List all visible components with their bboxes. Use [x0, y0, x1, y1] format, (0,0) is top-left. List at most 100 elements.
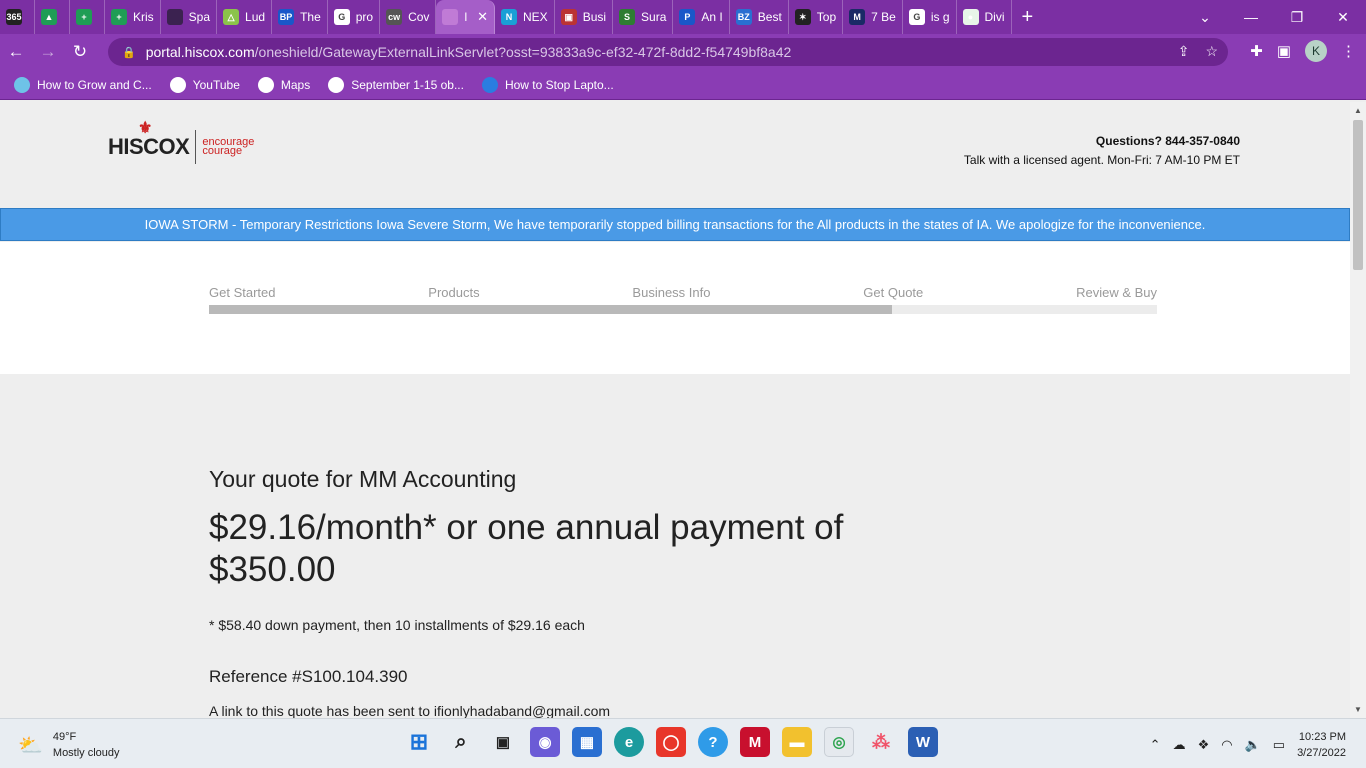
browser-tab[interactable]: 365	[0, 0, 35, 34]
tab-label: Spa	[188, 10, 211, 24]
progress-steps: Get Started Products Business Info Get Q…	[209, 285, 1157, 300]
bookmark-item[interactable]: How to Grow and C...	[14, 76, 152, 93]
browser-tab[interactable]: S Sura	[613, 0, 674, 34]
tab-label: Top	[816, 10, 837, 24]
share-icon[interactable]: ⇪	[1178, 43, 1190, 60]
onedrive-icon[interactable]: ☁	[1173, 737, 1186, 753]
back-icon[interactable]: ←	[0, 42, 32, 62]
tab-favicon-icon: ▲	[41, 9, 57, 25]
url-host: portal.hiscox.com	[145, 44, 255, 60]
site-header: ⚜ HISCOX encourage courage Questions? 844-…	[0, 102, 1350, 206]
task-view-icon[interactable]: ▣	[488, 727, 518, 757]
browser-tab[interactable]: +	[70, 0, 105, 34]
contact-info: Questions? 844-357-0840 Talk with a lice…	[964, 134, 1240, 167]
tab-label: l	[464, 10, 468, 24]
browser-tab[interactable]: P An I	[673, 0, 730, 34]
bookmark-star-icon[interactable]: ☆	[1205, 43, 1218, 60]
close-tab-icon[interactable]: ✕	[477, 9, 488, 25]
scroll-thumb[interactable]	[1353, 120, 1363, 270]
profile-avatar[interactable]: K	[1305, 40, 1327, 62]
logo-tagline: encourage courage	[202, 136, 255, 157]
weather-widget[interactable]: ⛅ 49°F Mostly cloudy	[18, 729, 120, 761]
browser-tab[interactable]: cw Cov	[380, 0, 437, 34]
bookmark-item[interactable]: How to Stop Lapto...	[481, 76, 614, 93]
payment-note: * $58.40 down payment, then 10 installme…	[209, 617, 585, 633]
close-window-button[interactable]: ✕	[1320, 9, 1366, 26]
side-panel-icon[interactable]: ▣	[1277, 42, 1291, 60]
scroll-up-icon[interactable]: ▲	[1354, 106, 1362, 115]
browser-tab[interactable]: BP The	[272, 0, 328, 34]
browser-tab[interactable]: ✶ Top	[789, 0, 844, 34]
browser-tab[interactable]: Spa	[161, 0, 218, 34]
new-tab-button[interactable]: +	[1012, 6, 1044, 29]
tab-label: Busi	[582, 10, 607, 24]
step-get-started: Get Started	[209, 285, 276, 300]
clock-date: 3/27/2022	[1297, 747, 1346, 759]
browser-tab[interactable]: N NEX	[495, 0, 555, 34]
extensions-icon[interactable]: ✚	[1250, 42, 1263, 60]
page-scrollbar[interactable]: ▲ ▼	[1350, 102, 1366, 718]
email-sent-note: A link to this quote has been sent to if…	[209, 703, 611, 718]
bookmarks-bar: How to Grow and C... YouTube Maps Septem…	[0, 70, 1366, 100]
browser-tab[interactable]: + Kris	[105, 0, 161, 34]
forward-icon[interactable]: →	[32, 42, 64, 62]
logo-divider	[195, 130, 197, 164]
browser-tab[interactable]: ● Divi	[957, 0, 1012, 34]
tab-favicon-icon: +	[111, 9, 127, 25]
url-path: /oneshield/GatewayExternalLinkServlet?os…	[254, 44, 792, 60]
dropbox-icon[interactable]: ❖	[1198, 737, 1210, 753]
browser-tab[interactable]: Gpro	[328, 0, 381, 34]
tab-label: Best	[757, 10, 782, 24]
chevron-up-icon[interactable]: ⌃	[1150, 737, 1161, 753]
office-icon[interactable]: ◯	[656, 727, 686, 757]
tab-label: Divi	[984, 10, 1005, 24]
help-icon[interactable]: ?	[698, 727, 728, 757]
mcafee-icon[interactable]: M	[740, 727, 770, 757]
cloudy-icon: ⛅	[18, 734, 43, 757]
chat-icon[interactable]: ◉	[530, 727, 560, 757]
restore-button[interactable]: ❐	[1274, 9, 1320, 26]
minimize-button[interactable]: —	[1228, 9, 1274, 25]
window-controls: ⌄ — ❐ ✕	[1182, 0, 1366, 34]
scroll-down-icon[interactable]: ▼	[1354, 705, 1362, 714]
step-products: Products	[428, 285, 480, 300]
tab-favicon-icon: P	[679, 9, 696, 25]
menu-icon[interactable]: ⋮	[1341, 42, 1356, 60]
browser-tab[interactable]: ▲	[35, 0, 70, 34]
volume-icon[interactable]: 🔈	[1245, 737, 1261, 753]
hiscox-logo[interactable]: ⚜ HISCOX encourage courage	[108, 120, 255, 164]
bookmark-item[interactable]: September 1-15 ob...	[328, 76, 464, 93]
asana-icon[interactable]: ⁂	[866, 727, 896, 757]
reload-icon[interactable]: ↻	[64, 42, 96, 62]
edge-icon[interactable]: e	[614, 727, 644, 757]
bookmark-item[interactable]: YouTube	[169, 76, 240, 93]
clock[interactable]: 10:23 PM 3/27/2022	[1297, 729, 1346, 761]
storm-alert-banner: IOWA STORM - Temporary Restrictions Iowa…	[0, 208, 1350, 241]
browser-tab[interactable]: M 7 Be	[843, 0, 903, 34]
tab-favicon-icon: BP	[278, 9, 295, 25]
weather-condition: Mostly cloudy	[52, 747, 120, 759]
battery-icon[interactable]: ▭	[1273, 737, 1285, 753]
fleur-icon: ⚜	[138, 120, 152, 137]
store-icon[interactable]: ▦	[572, 727, 602, 757]
search-icon[interactable]: ⌕	[446, 727, 476, 757]
bookmark-item[interactable]: Maps	[257, 76, 310, 93]
logo-wordmark: ⚜ HISCOX	[108, 120, 190, 159]
browser-tab[interactable]: ▣ Busi	[555, 0, 614, 34]
step-review-buy: Review & Buy	[1076, 285, 1157, 300]
url-bar[interactable]: 🔒 portal.hiscox.com/oneshield/GatewayExt…	[108, 38, 1228, 66]
browser-tab[interactable]: l ✕	[436, 0, 496, 34]
browser-tab[interactable]: BZ Best	[730, 0, 789, 34]
file-explorer-icon[interactable]: ▬	[782, 727, 812, 757]
chrome-icon[interactable]: ◎	[824, 727, 854, 757]
phone-number: Questions? 844-357-0840	[1095, 134, 1240, 148]
tab-search-icon[interactable]: ⌄	[1182, 9, 1228, 26]
word-icon[interactable]: W	[908, 727, 938, 757]
browser-tab[interactable]: △ Lud	[217, 0, 273, 34]
browser-tab[interactable]: Gis g	[903, 0, 957, 34]
start-icon[interactable]: ⊞	[404, 727, 434, 757]
wifi-icon[interactable]: ◠	[1221, 737, 1232, 753]
hp-icon	[481, 76, 498, 93]
taskbar-apps: ⊞ ⌕ ▣ ◉ ▦ e ◯ ? M ▬ ◎ ⁂ W	[404, 727, 938, 757]
tab-label: 7 Be	[871, 10, 896, 24]
